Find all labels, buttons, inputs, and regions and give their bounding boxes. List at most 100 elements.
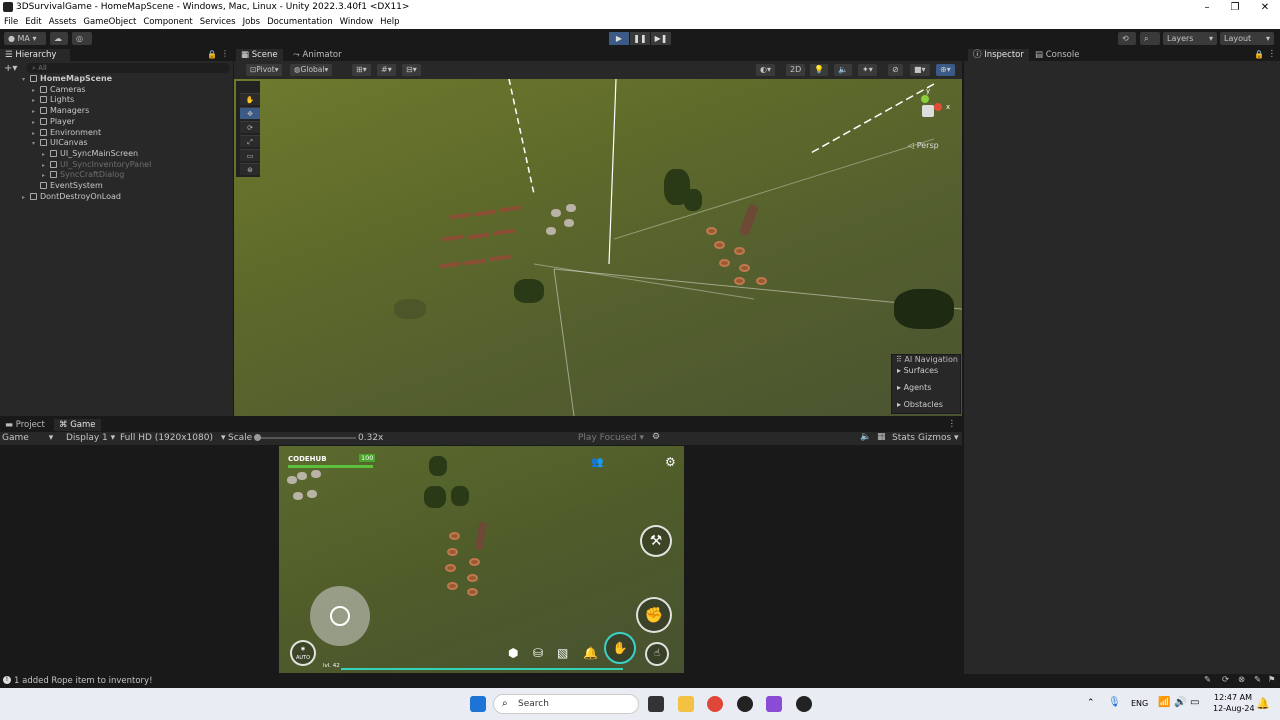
gizmo-cube[interactable] [922, 105, 934, 117]
menu-window[interactable]: Window [340, 17, 374, 27]
craft-hammer-button[interactable]: ⚒ [640, 525, 672, 557]
friends-icon[interactable]: 👥 [591, 457, 603, 468]
bug-icon[interactable]: ⚙ [652, 432, 660, 442]
expand-arrow-icon[interactable]: ▸ [32, 96, 40, 106]
resolution-dropdown[interactable]: Full HD (1920x1080) ▾ [120, 433, 226, 443]
rect-tool-icon[interactable]: ▭ [240, 149, 260, 161]
global-dropdown[interactable]: ◍Global▾ [290, 64, 333, 76]
shading-mode-icon[interactable]: ◐▾ [756, 64, 775, 76]
hierarchy-item[interactable]: ▸ DontDestroyOnLoad [22, 192, 121, 203]
status-message[interactable]: 1 added Rope item to inventory! [14, 676, 153, 686]
close-button[interactable]: ✕ [1250, 0, 1280, 15]
hierarchy-item[interactable]: ▸ SyncCraftDialog [42, 170, 124, 181]
expand-arrow-icon[interactable]: ▾ [32, 139, 40, 149]
inspector-more-icon[interactable]: ⋮ [1268, 49, 1277, 59]
render-icon[interactable]: ▦ [877, 432, 886, 442]
gizmo-y-axis[interactable] [921, 95, 929, 103]
battery-icon[interactable]: ▭ [1190, 697, 1199, 708]
play-button[interactable]: ▶ [609, 32, 629, 45]
map-slot-icon[interactable]: ▧ [557, 646, 568, 660]
history-icon[interactable]: ⟲ [1118, 32, 1136, 45]
clock-time[interactable]: 12:47 AM [1214, 693, 1252, 702]
volume-icon[interactable]: 🔊 [1174, 697, 1186, 708]
effects-toggle-icon[interactable]: ✦▾ [858, 64, 877, 76]
chrome-icon[interactable] [707, 696, 723, 712]
clock-date[interactable]: 12-Aug-24 [1213, 704, 1255, 713]
lighting-toggle-icon[interactable]: 💡 [810, 64, 828, 76]
tab-console[interactable]: ▤ Console [1030, 49, 1084, 61]
coins-slot-icon[interactable]: ⛁ [533, 646, 543, 660]
pause-button[interactable]: ❚❚ [630, 32, 650, 45]
hierarchy-item[interactable]: ▸ Player [32, 117, 75, 128]
more-icon[interactable]: ⋮ [221, 49, 229, 58]
menu-help[interactable]: Help [380, 17, 399, 27]
audio-mute-icon[interactable]: 🔈 [860, 432, 871, 442]
visual-studio-icon[interactable] [766, 696, 782, 712]
hierarchy-item[interactable]: EventSystem [32, 181, 103, 192]
expand-arrow-icon[interactable]: ▸ [42, 150, 50, 160]
tab-hierarchy[interactable]: ☰ Hierarchy [0, 49, 70, 61]
tab-game[interactable]: ⌘ Game [54, 419, 101, 431]
unity-editor-icon[interactable] [796, 696, 812, 712]
hierarchy-item[interactable]: ▸ UI_SyncInventoryPanel [42, 160, 151, 171]
hidden-objects-icon[interactable]: ⊘ [888, 64, 903, 76]
gizmos-dropdown[interactable]: Gizmos ▾ [918, 433, 959, 443]
cube-slot-icon[interactable]: ⬢ [508, 646, 518, 660]
step-button[interactable]: ▶❚ [651, 32, 671, 45]
2d-toggle[interactable]: 2D [786, 64, 806, 76]
file-explorer-icon[interactable] [678, 696, 694, 712]
maximize-button[interactable]: ❐ [1220, 0, 1250, 15]
lock-icon[interactable]: 🔒 [207, 50, 217, 59]
interact-button[interactable]: ☝ [645, 642, 669, 666]
expand-arrow-icon[interactable]: ▸ [32, 107, 40, 117]
game-viewport[interactable]: CODEHUB 100 👥 ⚙ ⚒ ✊ ✋ ☝ ◉ AUTO ⬢ ⛁ ▧ 🔔 lv… [279, 446, 684, 673]
bell-slot-icon[interactable]: 🔔 [583, 646, 598, 660]
game-mode-dropdown[interactable]: Game ▾ [2, 433, 53, 443]
search-icon[interactable]: ⌕ [1140, 32, 1160, 45]
increment-snap-icon[interactable]: ⊟▾ [402, 64, 421, 76]
tab-project[interactable]: ▬ Project [0, 419, 50, 431]
unity-hub-icon[interactable] [737, 696, 753, 712]
play-focused-dropdown[interactable]: Play Focused ▾ [578, 433, 644, 443]
menu-jobs[interactable]: Jobs [243, 17, 261, 27]
status-icon-2[interactable]: ⟳ [1222, 675, 1229, 685]
display-dropdown[interactable]: Display 1 ▾ [66, 433, 115, 443]
camera-settings-icon[interactable]: ■▾ [910, 64, 930, 76]
expand-arrow-icon[interactable]: ▸ [32, 129, 40, 139]
settings-gear-icon[interactable]: ⚙ [665, 455, 676, 469]
gizmos-toggle-icon[interactable]: ⊕▾ [936, 64, 955, 76]
attack-fist-button[interactable]: ✊ [636, 597, 672, 633]
hierarchy-item[interactable]: ▸ Managers [32, 106, 89, 117]
task-view-icon[interactable] [648, 696, 664, 712]
scene-viewport[interactable]: ✋ ✥ ⟳ ⤢ ▭ ⊛ y x ◁ Persp [234, 79, 962, 416]
menu-gameobject[interactable]: GameObject [83, 17, 136, 27]
gather-hand-button[interactable]: ✋ [604, 632, 636, 664]
hierarchy-item[interactable]: ▸ UI_SyncMainScreen [42, 149, 138, 160]
grid-icon[interactable]: #▾ [377, 64, 396, 76]
tab-scene[interactable]: ▦ Scene [236, 49, 283, 61]
language-indicator[interactable]: ENG [1131, 699, 1148, 708]
status-icon-4[interactable]: ✎ [1254, 675, 1261, 685]
menu-edit[interactable]: Edit [25, 17, 41, 27]
scene-orientation-gizmo[interactable]: y x ◁ Persp [906, 87, 954, 150]
layers-dropdown[interactable]: Layers ▾ [1163, 32, 1217, 45]
hierarchy-search-input[interactable]: ⌕ All [26, 63, 230, 73]
tab-animator[interactable]: ⤳ Animator [288, 49, 347, 61]
scale-slider-handle[interactable] [254, 434, 261, 441]
expand-arrow-icon[interactable]: ▸ [42, 161, 50, 171]
transform-tool-icon[interactable]: ⊛ [240, 163, 260, 175]
scale-tool-icon[interactable]: ⤢ [240, 135, 260, 147]
expand-arrow-icon[interactable]: ▸ [32, 86, 40, 96]
ai-nav-agents[interactable]: ▸ Agents [897, 383, 931, 392]
hierarchy-item[interactable]: ▸ Lights [32, 95, 74, 106]
pivot-dropdown[interactable]: ⊡Pivot▾ [246, 64, 283, 76]
microphone-icon[interactable]: 🎙 [1108, 697, 1121, 708]
status-icon-1[interactable]: ✎ [1204, 675, 1211, 685]
gizmo-x-axis[interactable] [934, 103, 942, 111]
ai-nav-obstacles[interactable]: ▸ Obstacles [897, 400, 943, 409]
menu-component[interactable]: Component [143, 17, 192, 27]
notification-bell-icon[interactable]: 🔔 [1256, 697, 1270, 710]
hierarchy-item[interactable]: ▸ Cameras [32, 85, 86, 96]
cloud-icon[interactable]: ☁ [50, 32, 68, 45]
expand-arrow-icon[interactable]: ▾ [22, 75, 30, 85]
